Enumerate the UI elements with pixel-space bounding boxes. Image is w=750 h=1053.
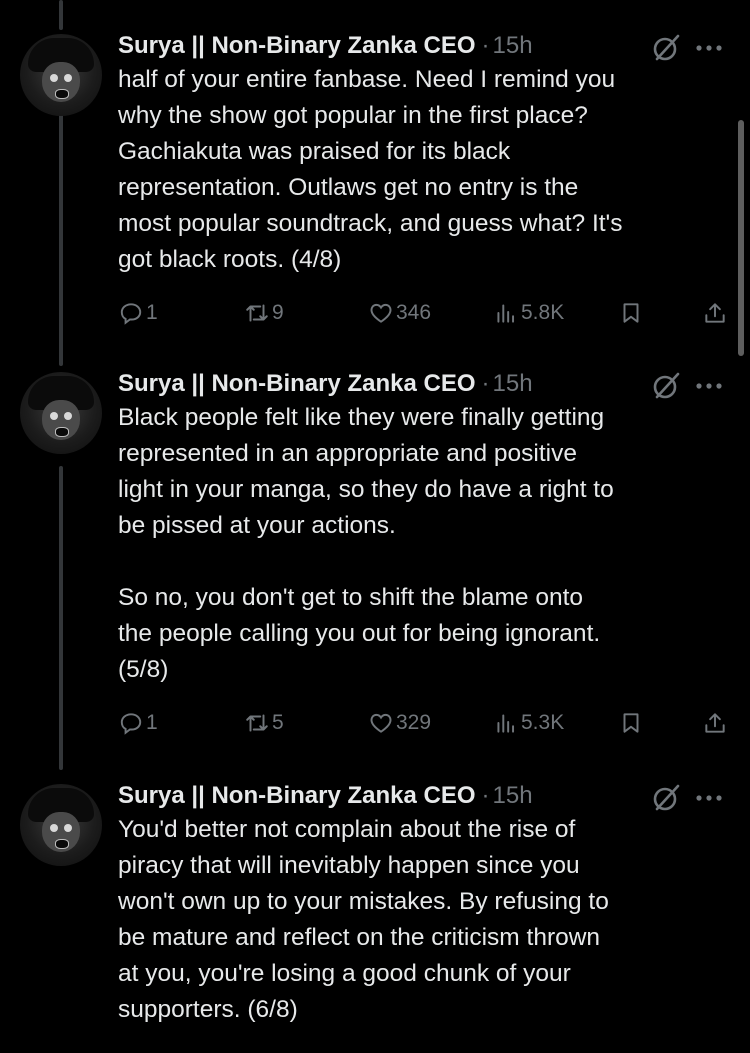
grok-icon[interactable]: [650, 370, 682, 402]
views-button[interactable]: 5.3K: [493, 706, 564, 740]
tweet[interactable]: Surya || Non-Binary Zanka CEO · 15h You'…: [0, 778, 750, 1053]
author-name[interactable]: Surya || Non-Binary Zanka CEO: [118, 778, 476, 814]
reply-icon: [120, 303, 142, 325]
thread-line: [59, 0, 63, 30]
bookmark-icon: [623, 713, 639, 733]
share-icon: [705, 303, 725, 323]
tweet-text: Black people felt like they were finally…: [118, 404, 614, 683]
separator: ·: [481, 782, 490, 809]
tweet-text: half of your entire fanbase. Need I remi…: [118, 66, 623, 273]
bookmark-button[interactable]: [618, 296, 646, 330]
like-button[interactable]: 329: [368, 706, 431, 740]
share-button[interactable]: [702, 706, 730, 740]
action-bar: 1 9 346 5.8K: [0, 296, 750, 330]
views-chart-icon: [497, 714, 515, 733]
timestamp[interactable]: 15h: [493, 778, 533, 814]
views-count: 5.3K: [521, 711, 565, 734]
repost-button[interactable]: 5: [244, 706, 284, 740]
tweet-header: Surya || Non-Binary Zanka CEO · 15h: [118, 28, 533, 64]
reply-button[interactable]: 1: [118, 706, 158, 740]
like-count: 346: [396, 301, 432, 324]
tweet-text: You'd better not complain about the rise…: [118, 816, 609, 1023]
avatar[interactable]: [20, 784, 102, 866]
tweet[interactable]: Surya || Non-Binary Zanka CEO · 15h half…: [0, 28, 750, 328]
repost-button[interactable]: 9: [244, 296, 284, 330]
repost-count: 9: [272, 301, 284, 324]
repost-icon: [246, 714, 268, 732]
views-count: 5.8K: [521, 301, 565, 324]
share-button[interactable]: [702, 296, 730, 330]
tweet-header: Surya || Non-Binary Zanka CEO · 15h: [118, 778, 533, 814]
separator: ·: [481, 370, 490, 397]
timestamp[interactable]: 15h: [493, 366, 533, 402]
heart-icon: [370, 713, 392, 733]
reply-count: 1: [146, 711, 158, 734]
like-count: 329: [396, 711, 432, 734]
separator: ·: [481, 32, 490, 59]
bookmark-icon: [623, 303, 639, 323]
bookmark-button[interactable]: [618, 706, 646, 740]
grok-icon[interactable]: [650, 782, 682, 814]
avatar[interactable]: [20, 34, 102, 116]
more-icon[interactable]: [696, 794, 722, 802]
grok-icon[interactable]: [650, 32, 682, 64]
views-button[interactable]: 5.8K: [493, 296, 564, 330]
author-name[interactable]: Surya || Non-Binary Zanka CEO: [118, 366, 476, 402]
action-bar: 1 5 329 5.3K: [0, 706, 750, 740]
tweet-header: Surya || Non-Binary Zanka CEO · 15h: [118, 366, 533, 402]
repost-count: 5: [272, 711, 284, 734]
repost-icon: [246, 304, 268, 322]
like-button[interactable]: 346: [368, 296, 431, 330]
more-icon[interactable]: [696, 44, 722, 52]
reply-count: 1: [146, 301, 158, 324]
more-icon[interactable]: [696, 382, 722, 390]
reply-button[interactable]: 1: [118, 296, 158, 330]
tweet[interactable]: Surya || Non-Binary Zanka CEO · 15h Blac…: [0, 366, 750, 766]
share-icon: [705, 713, 725, 733]
author-name[interactable]: Surya || Non-Binary Zanka CEO: [118, 28, 476, 64]
heart-icon: [370, 303, 392, 323]
reply-icon: [120, 713, 142, 735]
views-chart-icon: [497, 304, 515, 323]
timestamp[interactable]: 15h: [493, 28, 533, 64]
avatar[interactable]: [20, 372, 102, 454]
